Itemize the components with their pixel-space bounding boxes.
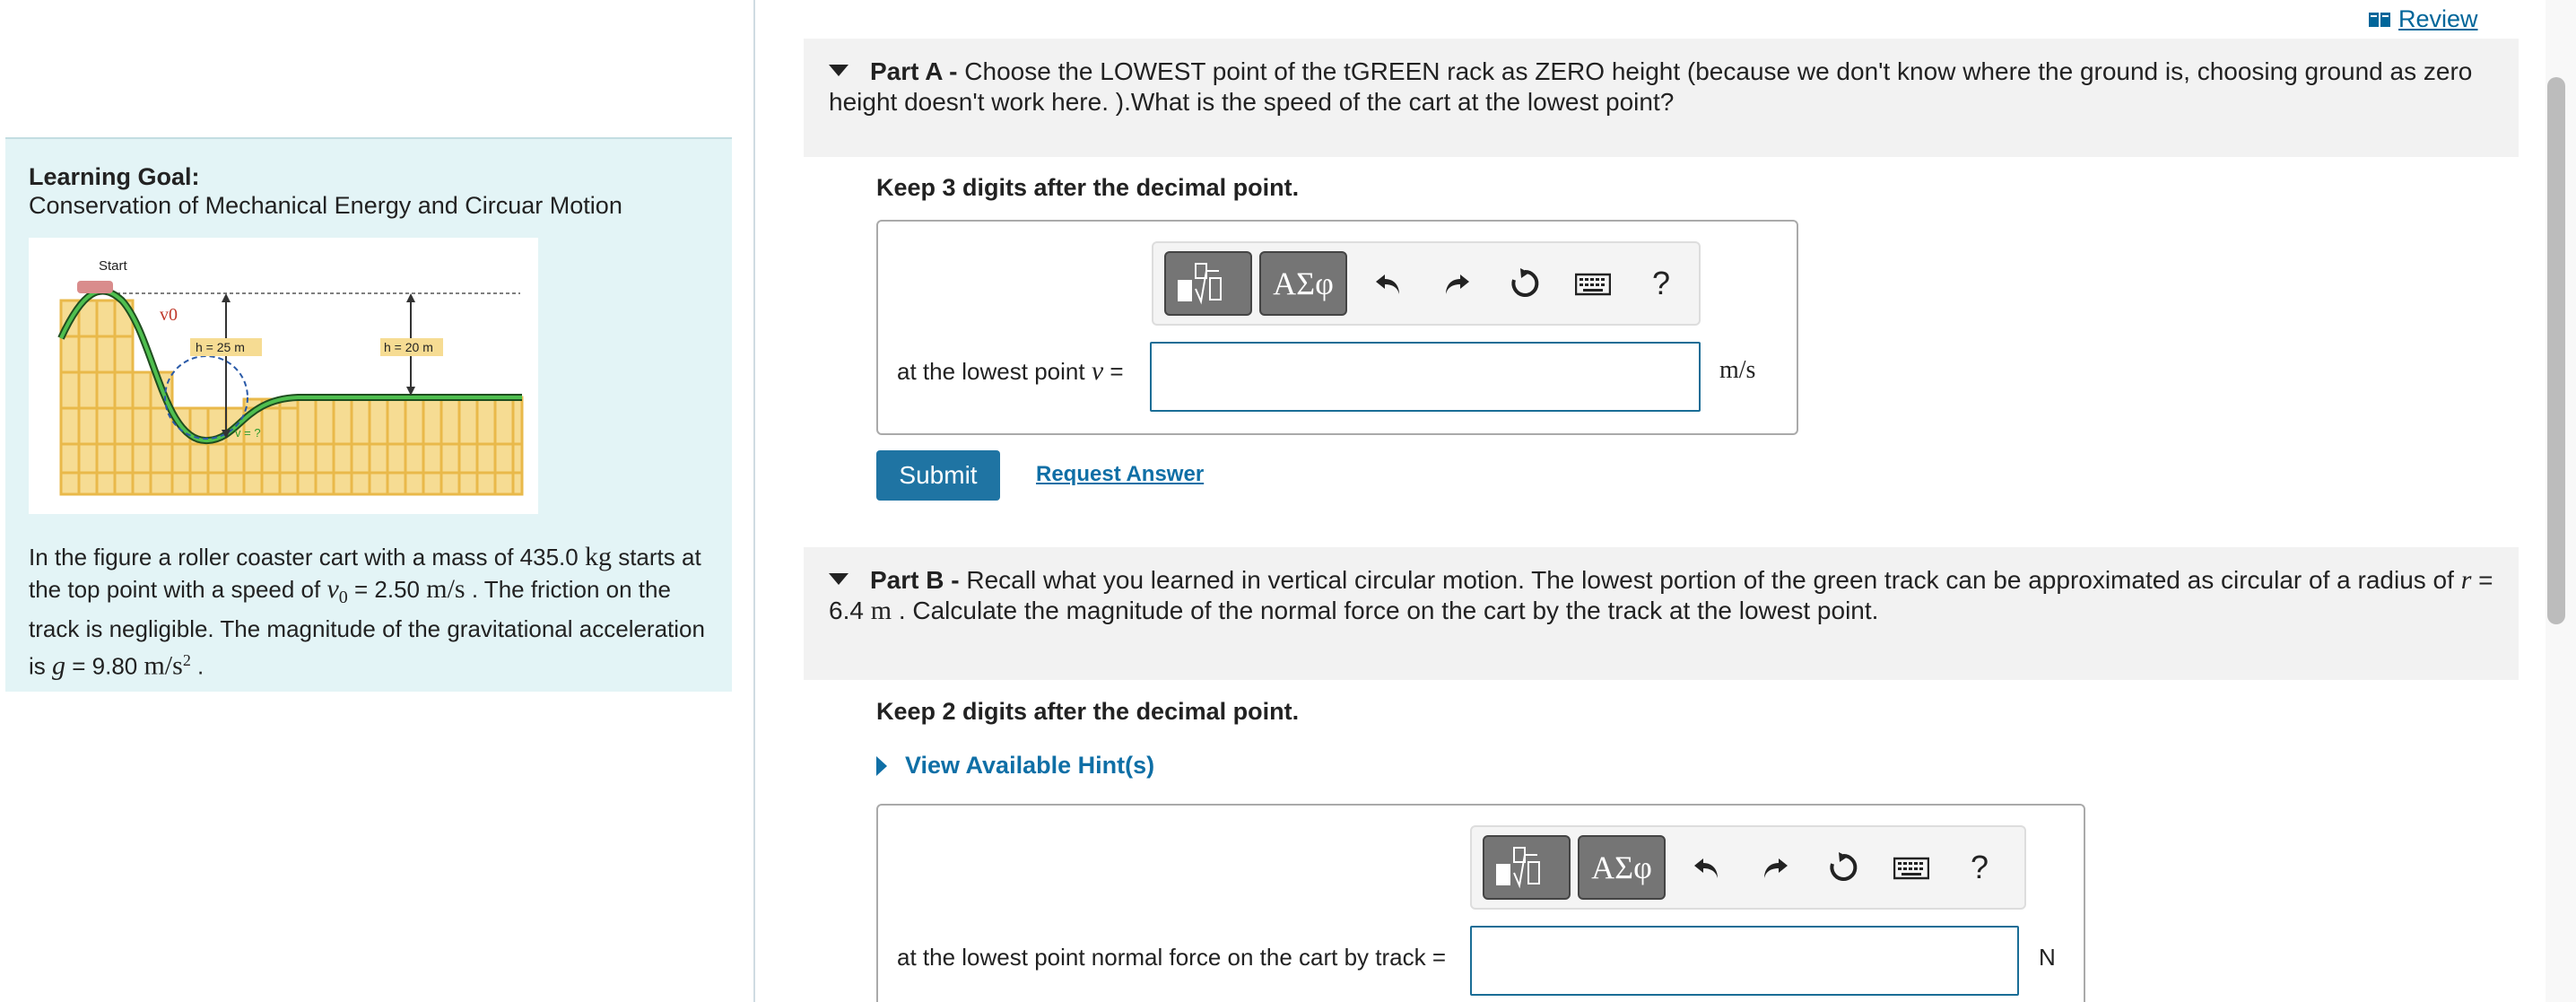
- v0-symbol: v: [326, 574, 339, 604]
- unit-ms2-exponent: 2: [182, 651, 191, 670]
- part-a-field-text: at the lowest point: [897, 358, 1092, 385]
- part-b-keep-digits: Keep 2 digits after the decimal point.: [876, 698, 1300, 725]
- reset-icon: [1511, 268, 1539, 297]
- templates-button[interactable]: [1483, 835, 1571, 900]
- roller-coaster-figure: Start v0 h = 25 m h = 20 m v = ?: [29, 238, 538, 514]
- keyboard-icon: [1575, 273, 1611, 296]
- unit-ms: m/s: [426, 574, 466, 604]
- part-a-answer-input[interactable]: [1150, 342, 1701, 412]
- submit-button[interactable]: Submit: [876, 450, 1000, 501]
- expand-caret-icon: [876, 755, 887, 776]
- problem-text-5: = 9.80: [65, 652, 144, 680]
- unit-ms2: m/s: [144, 650, 183, 681]
- templates-button[interactable]: [1164, 251, 1252, 316]
- part-a-keep-digits: Keep 3 digits after the decimal point.: [876, 174, 1300, 201]
- reset-button[interactable]: [1809, 835, 1877, 900]
- part-b-math-toolbar: ΑΣφ ?: [1470, 825, 2026, 910]
- redo-button[interactable]: [1741, 835, 1809, 900]
- part-a-label: Part A -: [870, 57, 965, 85]
- undo-button[interactable]: [1354, 251, 1423, 316]
- redo-button[interactable]: [1423, 251, 1491, 316]
- scrollbar-thumb[interactable]: [2547, 77, 2565, 624]
- part-b-label: Part B -: [870, 566, 967, 594]
- keyboard-icon: [1893, 857, 1929, 880]
- collapse-caret-icon[interactable]: [829, 65, 849, 77]
- greek-symbols-button[interactable]: ΑΣφ: [1259, 251, 1347, 316]
- part-a-field-eq: =: [1103, 358, 1124, 385]
- learning-goal-panel: Learning Goal: Conservation of Mechanica…: [5, 137, 732, 692]
- hint-label[interactable]: View Available Hint(s): [905, 752, 1154, 780]
- v0-subscript: 0: [338, 588, 348, 608]
- learning-goal-title: Learning Goal:: [29, 163, 200, 190]
- reset-button[interactable]: [1491, 251, 1559, 316]
- view-hints-link[interactable]: View Available Hint(s): [876, 752, 1154, 780]
- figure-h2-label: h = 20 m: [384, 340, 433, 354]
- part-b-answer-box: ΑΣφ ? at the lowest point normal force o…: [876, 804, 2085, 1002]
- g-symbol: g: [52, 650, 65, 681]
- greek-label: ΑΣφ: [1273, 266, 1334, 301]
- part-a-header[interactable]: Part A - Choose the LOWEST point of the …: [804, 39, 2519, 157]
- problem-text-6: .: [190, 652, 205, 680]
- learning-goal-subtitle: Conservation of Mechanical Energy and Ci…: [29, 192, 622, 219]
- review-label[interactable]: Review: [2398, 5, 2478, 33]
- templates-icon: [1178, 263, 1222, 305]
- problem-statement: In the figure a roller coaster cart with…: [29, 541, 719, 683]
- help-button[interactable]: ?: [1627, 251, 1695, 316]
- greek-symbols-button[interactable]: ΑΣφ: [1578, 835, 1666, 900]
- greek-label: ΑΣφ: [1591, 850, 1652, 885]
- part-a-answer-box: ΑΣφ ? at the lowest point v = m/s: [876, 220, 1798, 435]
- part-b-question-1: Recall what you learned in vertical circ…: [966, 566, 2461, 594]
- undo-icon: [1694, 858, 1718, 878]
- unit-m: m: [870, 596, 892, 625]
- reset-icon: [1830, 852, 1858, 881]
- page: Learning Goal: Conservation of Mechanica…: [0, 0, 2576, 1002]
- unit-kg: kg: [584, 542, 612, 571]
- collapse-caret-icon[interactable]: [829, 573, 849, 586]
- help-button[interactable]: ?: [1945, 835, 2014, 900]
- figure-v0-label: v0: [160, 305, 178, 325]
- templates-icon: [1496, 847, 1540, 889]
- part-a-unit: m/s: [1719, 356, 1756, 384]
- figure-h1-label: h = 25 m: [196, 340, 245, 354]
- figure-start-label: Start: [99, 258, 128, 274]
- part-b-question-3: . Calculate the magnitude of the normal …: [892, 597, 1879, 624]
- review-link[interactable]: Review: [2368, 5, 2478, 33]
- r-symbol: r: [2460, 565, 2472, 595]
- left-column: Learning Goal: Conservation of Mechanica…: [0, 0, 755, 1002]
- part-a-math-toolbar: ΑΣφ ?: [1152, 241, 1701, 326]
- request-answer-link[interactable]: Request Answer: [1036, 462, 1204, 487]
- problem-text-3: = 2.50: [347, 576, 427, 603]
- cart: [77, 281, 113, 293]
- book-icon: [2369, 12, 2390, 27]
- keyboard-button[interactable]: [1559, 251, 1627, 316]
- redo-icon: [1446, 274, 1469, 294]
- roller-coaster-diagram: Start v0 h = 25 m h = 20 m v = ?: [57, 258, 524, 496]
- problem-text-1: In the figure a roller coaster cart with…: [29, 544, 585, 571]
- figure-v-label: v = ?: [235, 426, 261, 440]
- undo-button[interactable]: [1673, 835, 1741, 900]
- redo-icon: [1764, 858, 1788, 878]
- part-a-field-label: at the lowest point v =: [897, 356, 1124, 387]
- part-a-question: Choose the LOWEST point of the tGREEN ra…: [829, 57, 2473, 116]
- part-b-header[interactable]: Part B - Recall what you learned in vert…: [804, 547, 2519, 680]
- part-b-answer-input[interactable]: [1470, 926, 2019, 996]
- part-b-unit: N: [2039, 944, 2056, 971]
- keyboard-button[interactable]: [1877, 835, 1945, 900]
- part-a-field-var: v: [1091, 356, 1104, 386]
- part-b-field-label: at the lowest point normal force on the …: [897, 944, 1447, 971]
- undo-icon: [1376, 274, 1399, 294]
